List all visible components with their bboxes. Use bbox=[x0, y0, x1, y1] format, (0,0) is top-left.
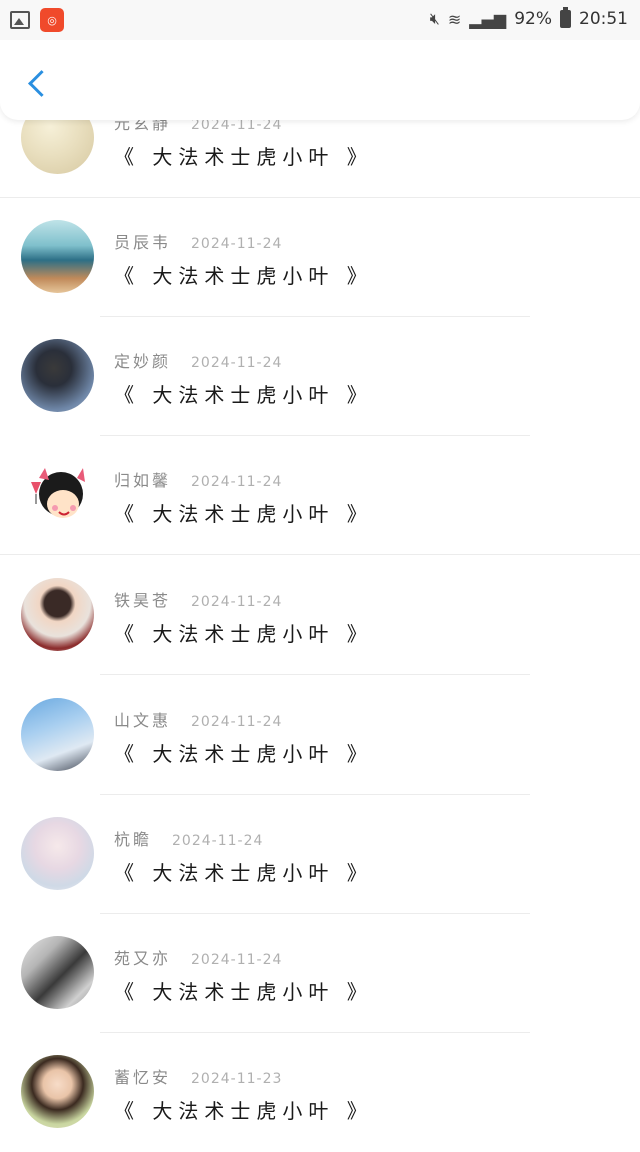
list-item[interactable]: 铁昊苍 2024-11-24 《 大法术士虎小叶 》 bbox=[0, 556, 640, 675]
list-item[interactable]: 蓄忆安 2024-11-23 《 大法术士虎小叶 》 bbox=[0, 1033, 640, 1152]
list-item[interactable]: 苑又亦 2024-11-24 《 大法术士虎小叶 》 bbox=[0, 914, 640, 1033]
list-item[interactable]: 定妙颜 2024-11-24 《 大法术士虎小叶 》 bbox=[0, 317, 640, 436]
list-item[interactable]: 归如馨 2024-11-24 《 大法术士虎小叶 》 bbox=[0, 436, 640, 555]
gallery-icon bbox=[10, 11, 30, 29]
user-name: 杭瞻 bbox=[114, 830, 153, 849]
avatar[interactable] bbox=[21, 1055, 94, 1128]
avatar[interactable] bbox=[21, 578, 94, 651]
comment-list: 元玄静 2024-11-24 《 大法术士虎小叶 》 员辰韦 2024-11-2… bbox=[0, 0, 640, 1138]
post-date: 2024-11-24 bbox=[172, 833, 264, 849]
post-date: 2024-11-24 bbox=[191, 474, 283, 490]
user-name: 定妙颜 bbox=[114, 352, 172, 371]
back-button[interactable] bbox=[22, 66, 55, 100]
top-bar bbox=[0, 40, 640, 120]
user-name: 铁昊苍 bbox=[114, 591, 172, 610]
post-date: 2024-11-24 bbox=[191, 714, 283, 730]
avatar[interactable] bbox=[21, 339, 94, 412]
book-title: 《 大法术士虎小叶 》 bbox=[114, 1099, 373, 1123]
post-date: 2024-11-24 bbox=[191, 952, 283, 968]
post-date: 2024-11-24 bbox=[191, 236, 283, 252]
user-name: 蓄忆安 bbox=[114, 1068, 172, 1087]
user-name: 苑又亦 bbox=[114, 949, 172, 968]
post-date: 2024-11-23 bbox=[191, 1071, 283, 1087]
list-item[interactable]: 杭瞻 2024-11-24 《 大法术士虎小叶 》 bbox=[0, 795, 640, 914]
divider bbox=[0, 554, 640, 555]
divider bbox=[100, 674, 530, 675]
book-title: 《 大法术士虎小叶 》 bbox=[114, 742, 373, 766]
battery-percent: 92% bbox=[514, 9, 552, 29]
book-title: 《 大法术士虎小叶 》 bbox=[114, 861, 373, 885]
avatar[interactable] bbox=[21, 698, 94, 771]
signal-icon: ▂▄▆ bbox=[469, 9, 507, 29]
book-title: 《 大法术士虎小叶 》 bbox=[114, 622, 373, 646]
avatar[interactable] bbox=[21, 817, 94, 890]
list-item[interactable]: 员辰韦 2024-11-24 《 大法术士虎小叶 》 bbox=[0, 198, 640, 317]
cartoon-girl-avatar-image bbox=[31, 468, 85, 518]
user-name: 山文惠 bbox=[114, 711, 172, 730]
user-name: 员辰韦 bbox=[114, 233, 172, 252]
avatar[interactable] bbox=[21, 936, 94, 1009]
chevron-left-icon bbox=[27, 69, 55, 97]
book-title: 《 大法术士虎小叶 》 bbox=[114, 383, 373, 407]
avatar[interactable] bbox=[21, 220, 94, 293]
book-title: 《 大法术士虎小叶 》 bbox=[114, 145, 373, 169]
post-date: 2024-11-24 bbox=[191, 594, 283, 610]
book-title: 《 大法术士虎小叶 》 bbox=[114, 502, 373, 526]
book-title: 《 大法术士虎小叶 》 bbox=[114, 980, 373, 1004]
status-bar: ◎ 🔇︎ ≋ ▂▄▆ 92% 20:51 bbox=[0, 0, 640, 40]
post-date: 2024-11-24 bbox=[191, 355, 283, 371]
list-item[interactable]: 山文惠 2024-11-24 《 大法术士虎小叶 》 bbox=[0, 676, 640, 795]
avatar[interactable] bbox=[21, 458, 94, 531]
battery-icon bbox=[560, 7, 571, 28]
user-name: 归如馨 bbox=[114, 471, 172, 490]
book-title: 《 大法术士虎小叶 》 bbox=[114, 264, 373, 288]
mute-icon: 🔇︎ bbox=[429, 9, 440, 28]
app-icon: ◎ bbox=[40, 8, 64, 32]
wifi-icon: ≋ bbox=[447, 9, 462, 29]
clock: 20:51 bbox=[579, 9, 628, 29]
